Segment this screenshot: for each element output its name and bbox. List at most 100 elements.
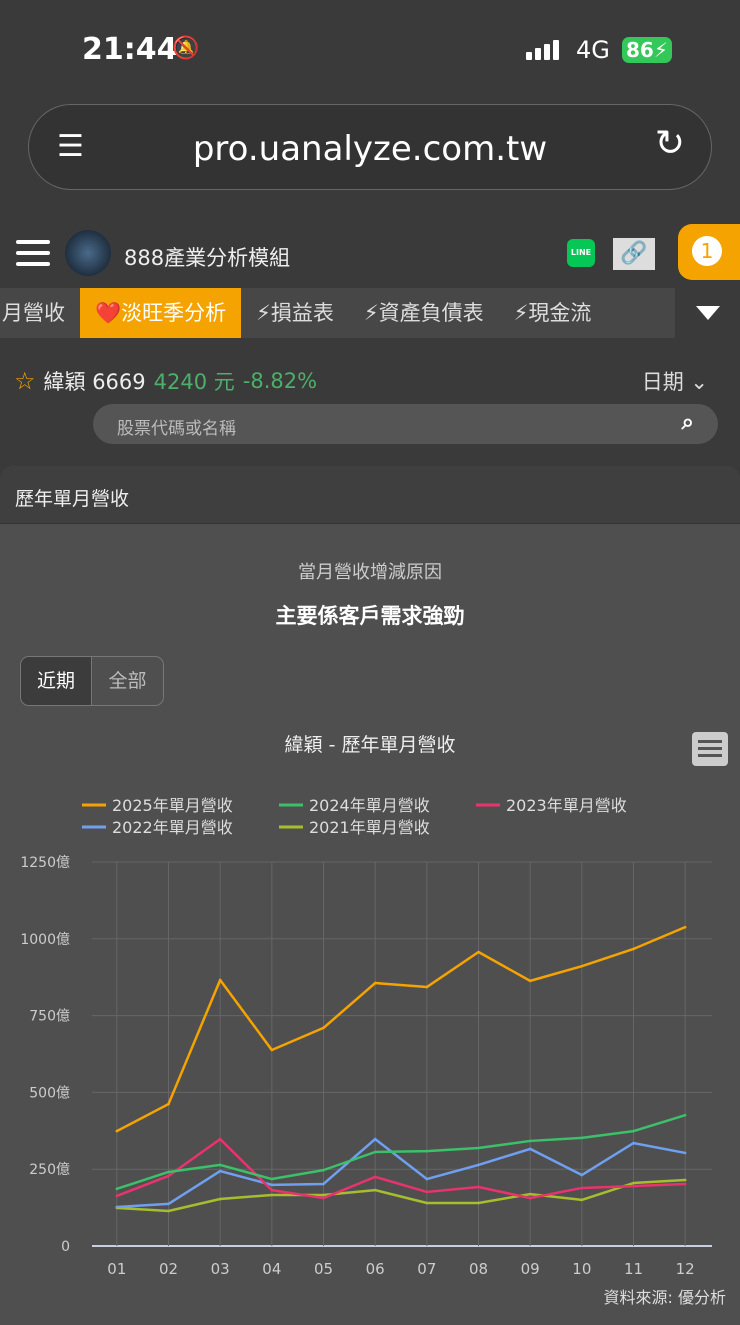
tab-balance-sheet[interactable]: ⚡資產負債表	[349, 288, 499, 338]
data-point	[632, 1181, 635, 1185]
star-icon[interactable]: ☆	[14, 367, 36, 395]
legend-item: 2021年單月營收	[309, 818, 430, 837]
signal-icon	[526, 40, 559, 60]
data-point	[373, 1175, 377, 1179]
y-tick-label: 1000億	[20, 932, 70, 948]
data-point	[632, 1184, 635, 1188]
app-header: 888產業分析模組 LINE 🔗 1	[0, 222, 740, 286]
data-point	[218, 1197, 222, 1201]
data-point	[322, 1193, 325, 1197]
stock-price: 4240 元	[153, 370, 235, 394]
tab-seasonality[interactable]: ❤️淡旺季分析	[80, 288, 242, 338]
data-point	[683, 1151, 687, 1155]
data-point	[683, 1182, 687, 1186]
data-point	[322, 1196, 325, 1200]
line-share-icon[interactable]: LINE	[567, 239, 595, 267]
data-point	[322, 1182, 325, 1186]
bell-muted-icon: 🔕	[172, 36, 200, 61]
y-tick-label: 750億	[29, 1009, 70, 1025]
legend-item: 2025年單月營收	[112, 796, 233, 815]
stock-info: ☆ 緯穎 6669 4240 元 -8.82%	[14, 366, 317, 396]
legend-item: 2024年單月營收	[309, 796, 430, 815]
battery-level: 86	[626, 38, 654, 62]
y-tick-label: 0	[61, 1239, 70, 1255]
data-point	[167, 1170, 170, 1174]
data-point	[322, 1168, 325, 1172]
tab-monthly-revenue[interactable]: 月營收	[0, 288, 80, 338]
url-text[interactable]: pro.uanalyze.com.tw	[29, 129, 711, 169]
chevron-down-icon[interactable]	[696, 306, 720, 320]
legend-item: 2023年單月營收	[506, 796, 627, 815]
data-point	[580, 1198, 584, 1202]
revenue-chart: 2025年單月營收 2024年單月營收 2023年單月營收 2022年單月營收 2021…	[20, 796, 712, 1278]
data-point	[218, 1169, 222, 1173]
data-point	[477, 1163, 480, 1167]
x-tick-label: 09	[521, 1260, 540, 1278]
y-tick-label: 500億	[29, 1085, 70, 1101]
address-bar[interactable]: ☰ pro.uanalyze.com.tw ↻	[28, 104, 712, 190]
data-point	[167, 1102, 170, 1106]
tab-income-statement[interactable]: ⚡損益表	[241, 288, 349, 338]
data-point	[115, 1205, 119, 1209]
hamburger-menu-icon[interactable]	[16, 240, 50, 273]
data-point	[218, 1163, 222, 1167]
x-tick-label: 01	[107, 1260, 126, 1278]
data-point	[528, 1147, 532, 1151]
data-point	[115, 1194, 119, 1198]
x-tick-label: 07	[417, 1260, 436, 1278]
data-point	[373, 981, 377, 985]
data-point	[425, 1149, 429, 1153]
data-point	[218, 1137, 222, 1141]
data-point	[373, 1150, 377, 1154]
link-icon[interactable]: 🔗	[613, 238, 655, 270]
data-point	[477, 1185, 480, 1189]
search-input[interactable]: 股票代碼或名稱 ⌕	[93, 404, 718, 444]
data-point	[270, 1177, 274, 1181]
series-line-2025年單月營收	[116, 925, 686, 1133]
data-point	[115, 1187, 119, 1191]
data-point	[425, 1201, 429, 1205]
data-point	[477, 1201, 480, 1205]
x-tick-label: 10	[572, 1260, 591, 1278]
data-point	[528, 1139, 532, 1143]
avatar[interactable]	[65, 230, 111, 276]
data-point	[373, 1188, 377, 1192]
date-dropdown[interactable]: 日期 ⌄	[642, 366, 708, 396]
notification-badge[interactable]: 1	[678, 224, 740, 280]
data-point	[580, 1186, 584, 1190]
revenue-panel: 歷年單月營收 當月營收增減原因 主要係客戶需求強勁 近期 全部 緯穎 - 歷年單…	[0, 466, 740, 1325]
x-tick-label: 06	[366, 1260, 385, 1278]
data-point	[270, 1193, 274, 1197]
data-point	[425, 1177, 429, 1181]
data-point	[528, 1192, 532, 1196]
data-point	[218, 978, 222, 982]
x-tick-label: 03	[211, 1260, 230, 1278]
data-point	[270, 1183, 274, 1187]
data-point	[477, 1146, 480, 1150]
data-point	[425, 1190, 429, 1194]
date-label: 日期	[641, 370, 684, 394]
status-bar: 21:44 🔕 4G 86⚡	[0, 0, 740, 100]
data-point	[580, 964, 584, 968]
chevron-down-icon: ⌄	[690, 370, 708, 394]
tab-cash-flow[interactable]: ⚡現金流	[499, 288, 607, 338]
data-point	[528, 1196, 532, 1200]
network-type: 4G	[576, 36, 610, 64]
x-tick-label: 05	[314, 1260, 333, 1278]
data-source: 資料來源: 優分析	[603, 1288, 726, 1307]
data-point	[270, 1048, 274, 1052]
data-point	[580, 1173, 584, 1177]
x-tick-label: 12	[676, 1260, 695, 1278]
app-title: 888產業分析模組	[124, 246, 291, 270]
search-icon[interactable]: ⌕	[682, 410, 694, 435]
data-point	[580, 1136, 584, 1140]
reload-icon[interactable]: ↻	[655, 123, 685, 164]
legend-item: 2022年單月營收	[112, 818, 233, 837]
data-point	[167, 1209, 170, 1213]
data-point	[167, 1202, 170, 1206]
stock-change: -8.82%	[242, 369, 318, 393]
y-tick-label: 1250億	[20, 855, 70, 871]
stock-name: 緯穎 6669	[43, 370, 146, 394]
data-point	[477, 950, 480, 954]
data-point	[167, 1174, 170, 1178]
